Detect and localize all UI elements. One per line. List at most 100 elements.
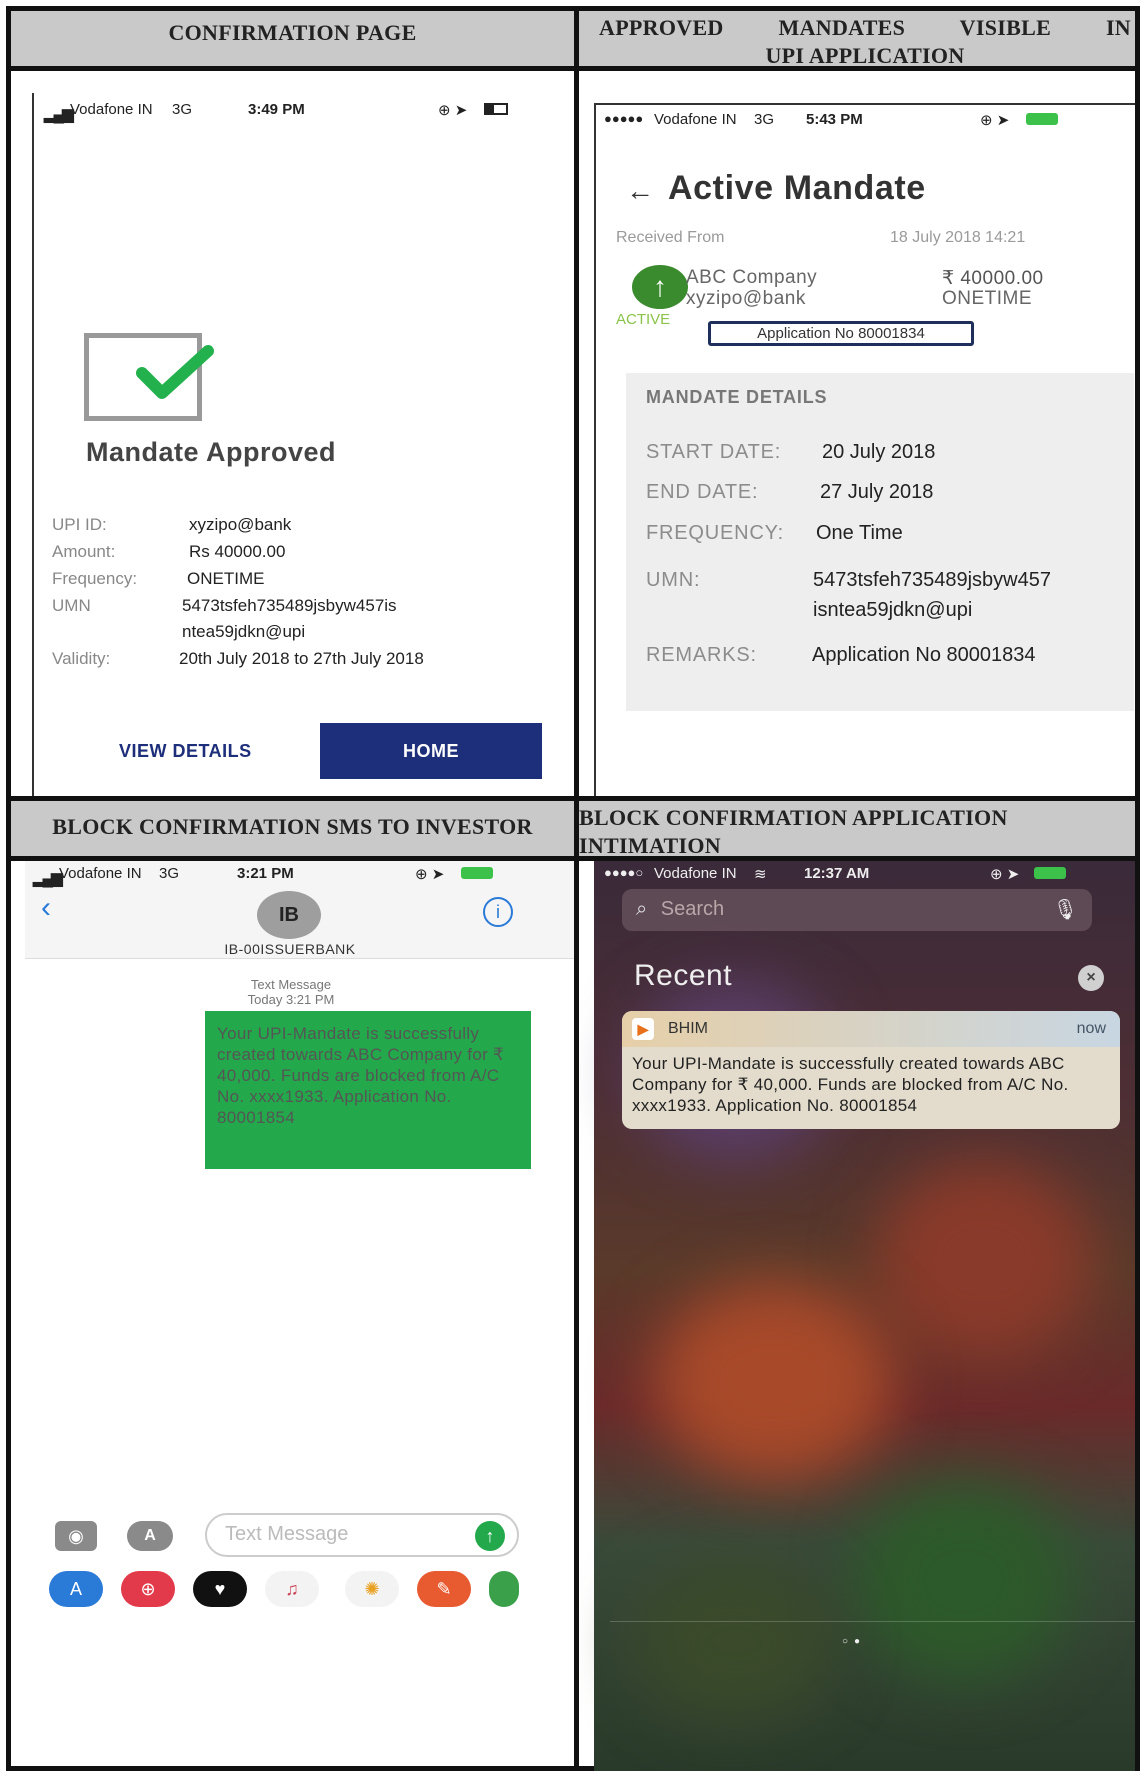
- value-umn-cont: ntea59jdkn@upi: [182, 622, 305, 642]
- remarks-value: Application No 80001834: [812, 644, 1036, 666]
- phone-screen: ●●●●● Vodafone IN 3G 5:43 PM ⊕ ➤ ← Activ…: [594, 103, 1135, 796]
- umn-label: UMN:: [646, 569, 701, 591]
- frequency-label: FREQUENCY:: [646, 522, 785, 544]
- status-bar: ▂▄▆ Vodafone IN 3G 3:21 PM ⊕ ➤: [25, 861, 574, 887]
- battery-icon: [1034, 867, 1066, 879]
- home-button[interactable]: HOME: [320, 723, 542, 779]
- heart-dock-icon[interactable]: ♥: [193, 1571, 247, 1607]
- header-text: BLOCK CONFIRMATION SMS TO INVESTOR: [52, 814, 533, 839]
- app-store-dock-icon[interactable]: A: [49, 1571, 103, 1607]
- search-icon: ⌕: [636, 898, 648, 920]
- header-text-line1: APPROVED MANDATES VISIBLE IN: [599, 14, 1131, 40]
- value: ntea59jdkn@upi: [182, 622, 306, 641]
- back-chevron-icon[interactable]: ‹: [41, 891, 51, 925]
- info-icon[interactable]: i: [483, 897, 513, 927]
- recent-heading: Recent: [634, 959, 733, 992]
- app-store-icon[interactable]: A: [127, 1521, 173, 1551]
- sender-name: IB-00ISSUERBANK: [224, 941, 356, 957]
- more-dock-icon[interactable]: [489, 1571, 519, 1607]
- carrier: Vodafone IN: [654, 865, 737, 882]
- back-arrow-icon[interactable]: ←: [626, 175, 654, 207]
- checkmark-icon: [136, 345, 214, 399]
- received-from-label: Received From: [616, 229, 725, 246]
- phone-screen: ▂▄▆ Vodafone IN 3G 3:49 PM ⊕ ➤ Mandate A…: [32, 93, 572, 796]
- header-intimation: BLOCK CONFIRMATION APPLICATION INTIMATIO…: [579, 801, 1135, 858]
- frequency-value: One Time: [816, 522, 903, 544]
- search-placeholder: Search: [660, 898, 725, 920]
- label: Amount:: [52, 542, 116, 561]
- send-icon[interactable]: ↑: [475, 1521, 505, 1551]
- photos-dock-icon[interactable]: ✺: [345, 1571, 399, 1607]
- status-bar: ▂▄▆ Vodafone IN 3G 3:49 PM ⊕ ➤: [34, 97, 572, 123]
- divider: [610, 1621, 1135, 1622]
- label: UMN: [52, 596, 91, 615]
- bg-blob: [634, 1561, 834, 1721]
- web-search-dock-icon[interactable]: ⊕: [121, 1571, 175, 1607]
- remarks-label: REMARKS:: [646, 644, 757, 666]
- header-text-line2: UPI APPLICATION: [765, 42, 965, 68]
- payee-upi: xyzipo@bank: [686, 288, 806, 309]
- panel-active-mandate: ●●●●● Vodafone IN 3G 5:43 PM ⊕ ➤ ← Activ…: [579, 71, 1135, 796]
- mandate-details-card: MANDATE DETAILS START DATE: 20 July 2018…: [626, 373, 1134, 711]
- status-bar: ●●●●● Vodafone IN 3G 5:43 PM ⊕ ➤: [596, 107, 1135, 133]
- message-input[interactable]: Text Message ↑: [205, 1513, 519, 1557]
- network: 3G: [754, 111, 775, 128]
- time: 3:49 PM: [248, 101, 305, 118]
- notification-card[interactable]: ▶ BHIM now Your UPI-Mandate is successfu…: [622, 1011, 1120, 1129]
- lock-screen-background: ●●●●○ Vodafone IN ≋ 12:37 AM ⊕ ➤ ⌕ Searc…: [594, 861, 1135, 1771]
- header-confirmation: CONFIRMATION PAGE: [11, 11, 574, 66]
- time: 5:43 PM: [806, 111, 863, 128]
- view-details-button[interactable]: VIEW DETAILS: [119, 741, 252, 762]
- row-umn: UMN: [52, 596, 91, 616]
- avatar[interactable]: IB: [257, 891, 321, 939]
- panel-notification: ●●●●○ Vodafone IN ≋ 12:37 AM ⊕ ➤ ⌕ Searc…: [579, 861, 1135, 1771]
- bhim-app-icon: ▶: [632, 1018, 654, 1040]
- battery-icon: [1026, 113, 1058, 125]
- network: 3G: [172, 101, 193, 118]
- location-icon: ⊕ ➤: [980, 112, 1010, 129]
- label: Validity:: [52, 649, 111, 668]
- carrier: Vodafone IN: [70, 101, 153, 118]
- application-number-box: Application No 80001834: [708, 321, 974, 346]
- value-amount: Rs 40000.00: [189, 542, 285, 562]
- location-icon: ⊕ ➤: [990, 866, 1020, 883]
- status-bar: ●●●●○ Vodafone IN ≋ 12:37 AM ⊕ ➤: [594, 861, 1135, 887]
- value-upi: xyzipo@bank: [189, 515, 291, 535]
- panel-sms: ▂▄▆ Vodafone IN 3G 3:21 PM ⊕ ➤ ‹ IB IB-0…: [25, 861, 574, 1771]
- messages-header: ▂▄▆ Vodafone IN 3G 3:21 PM ⊕ ➤ ‹ IB IB-0…: [25, 861, 574, 959]
- header-text-line1: BLOCK CONFIRMATION APPLICATION: [579, 804, 1008, 830]
- signal-dots-icon: ●●●●○: [604, 865, 644, 880]
- bg-blob: [874, 1161, 1094, 1361]
- music-dock-icon[interactable]: ♫: [265, 1571, 319, 1607]
- bg-blob: [654, 1281, 894, 1481]
- page-title: Mandate Approved: [86, 437, 337, 467]
- details-title: MANDATE DETAILS: [646, 387, 828, 407]
- message-meta: Text Message Today 3:21 PM: [221, 977, 361, 1007]
- end-date-value: 27 July 2018: [820, 481, 934, 503]
- header-approved-mandates: APPROVED MANDATES VISIBLE IN UPI APPLICA…: [579, 11, 1135, 68]
- value: 20th July 2018 to 27th July 2018: [179, 649, 424, 668]
- network: 3G: [159, 865, 180, 882]
- bg-blob: [854, 1481, 1074, 1681]
- amount: ₹ 40000.00: [942, 268, 1044, 289]
- comparison-grid: CONFIRMATION PAGE APPROVED MANDATES VISI…: [6, 6, 1140, 1771]
- notification-time: now: [1076, 1020, 1106, 1037]
- header-sms: BLOCK CONFIRMATION SMS TO INVESTOR: [11, 801, 574, 856]
- wifi-icon: ≋: [754, 866, 767, 883]
- row-frequency: Frequency:: [52, 569, 137, 589]
- microphone-icon[interactable]: 🎙: [1053, 897, 1078, 922]
- received-date: 18 July 2018 14:21: [890, 229, 1026, 246]
- location-icon: ⊕ ➤: [438, 102, 468, 119]
- clear-icon[interactable]: ×: [1078, 965, 1104, 991]
- search-bar[interactable]: ⌕ Search 🎙: [622, 889, 1092, 931]
- header-text: CONFIRMATION PAGE: [168, 20, 417, 45]
- payee-name: ABC Company: [686, 267, 818, 288]
- value-validity: 20th July 2018 to 27th July 2018: [179, 649, 424, 669]
- panel-confirmation: ▂▄▆ Vodafone IN 3G 3:49 PM ⊕ ➤ Mandate A…: [11, 71, 574, 796]
- paint-dock-icon[interactable]: ✎: [417, 1571, 471, 1607]
- camera-icon[interactable]: ◉: [55, 1521, 97, 1551]
- row-validity: Validity:: [52, 649, 110, 669]
- value-umn: 5473tsfeh735489jsbyw457is: [182, 596, 397, 616]
- row-upi: UPI ID:: [52, 515, 107, 535]
- value: Rs 40000.00: [189, 542, 286, 561]
